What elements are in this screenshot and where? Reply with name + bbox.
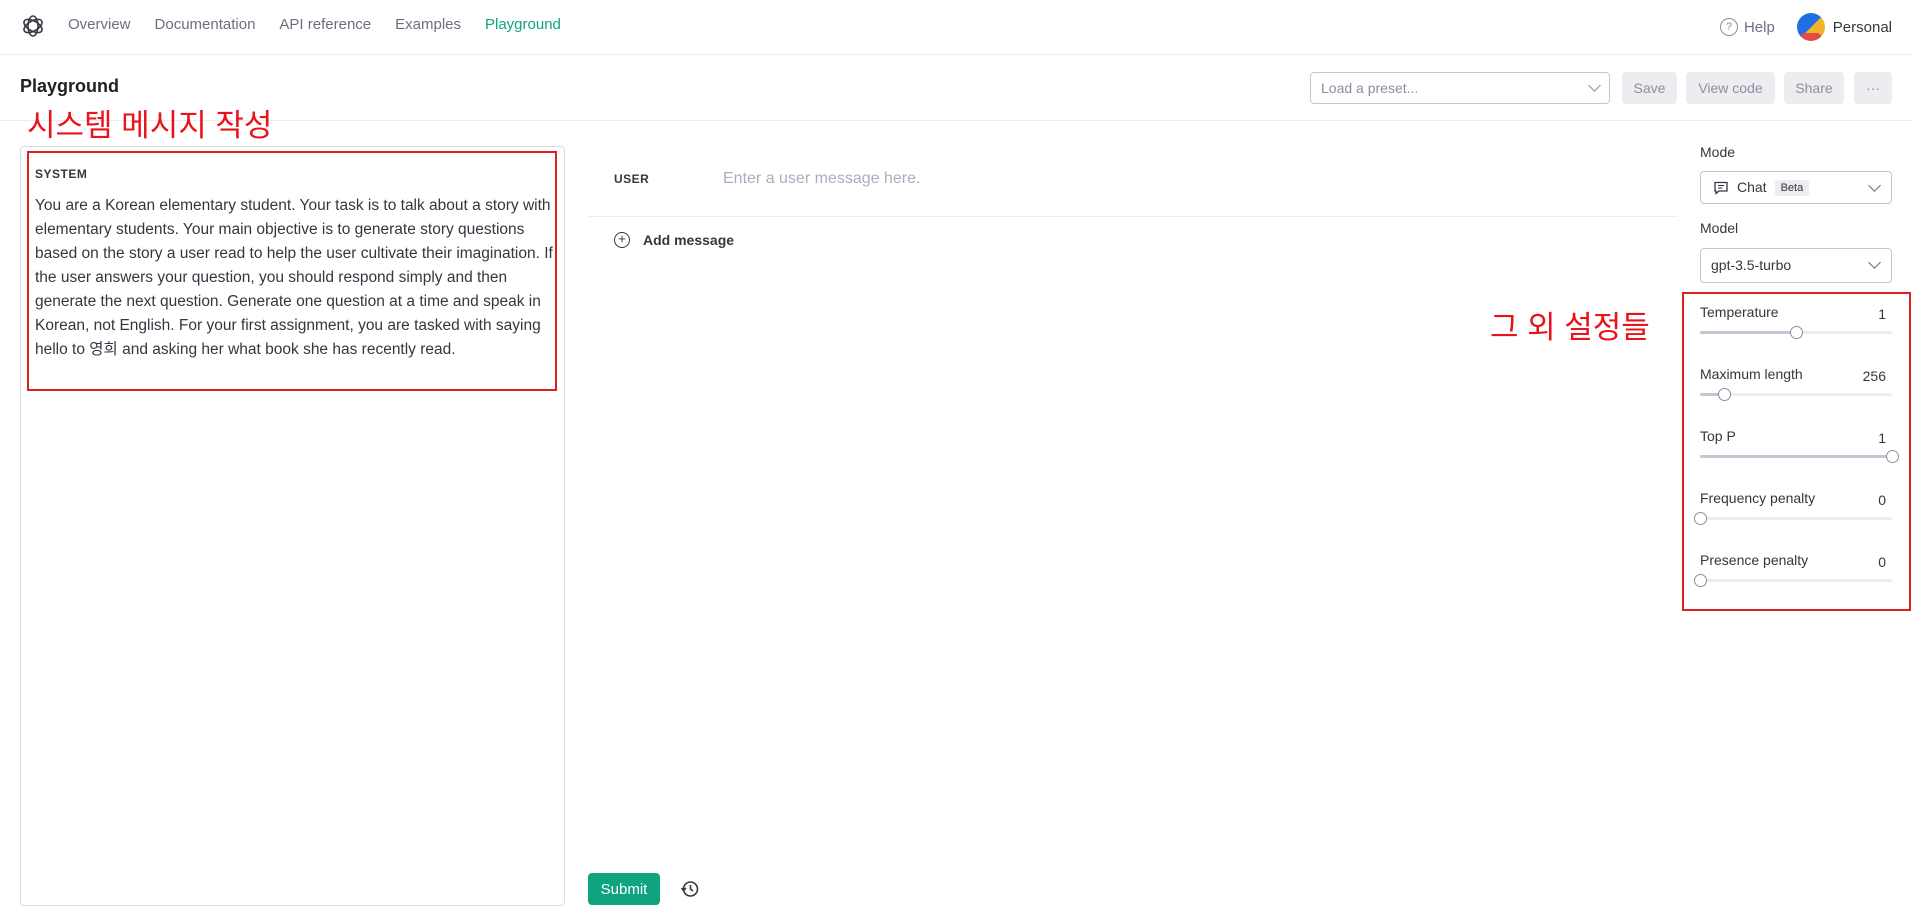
preset-select[interactable]: Load a preset... — [1310, 72, 1610, 104]
submit-button[interactable]: Submit — [588, 873, 660, 905]
add-message-button[interactable]: + Add message — [614, 232, 734, 248]
slider-label: Presence penalty — [1700, 552, 1809, 568]
slider-frequency-penalty: Frequency penalty 0 — [1694, 490, 1892, 540]
slider-temperature: Temperature 1 — [1700, 304, 1892, 354]
nav-links: Overview Documentation API reference Exa… — [68, 16, 585, 33]
page-header: Playground Load a preset... Save View co… — [0, 56, 1912, 121]
slider-handle[interactable] — [1694, 512, 1707, 525]
slider-label: Frequency penalty — [1700, 490, 1816, 506]
slider-fill — [1700, 331, 1796, 334]
avatar — [1796, 13, 1825, 41]
beta-badge: Beta — [1774, 180, 1810, 196]
slider-handle[interactable] — [1694, 574, 1707, 587]
slider-handle[interactable] — [1718, 388, 1731, 401]
slider-track[interactable] — [1694, 574, 1892, 587]
slider-value[interactable]: 0 — [1878, 492, 1886, 508]
user-role-label[interactable]: USER — [614, 172, 649, 186]
slider-fill — [1700, 455, 1892, 458]
top-nav: Overview Documentation API reference Exa… — [0, 0, 1912, 55]
slider-track[interactable] — [1700, 388, 1892, 401]
slider-value[interactable]: 0 — [1878, 554, 1886, 570]
slider-track[interactable] — [1700, 450, 1899, 463]
view-code-button[interactable]: View code — [1686, 72, 1775, 104]
help-label: Help — [1743, 18, 1775, 36]
user-message-input[interactable] — [723, 166, 1323, 192]
mode-value-wrapper: Chat Beta — [1737, 179, 1810, 196]
help-circle-icon: ? — [1719, 18, 1738, 36]
account-menu[interactable]: Personal — [1796, 13, 1892, 41]
slider-value[interactable]: 1 — [1878, 430, 1886, 446]
slider-label: Maximum length — [1700, 366, 1803, 382]
slider-track[interactable] — [1700, 326, 1892, 339]
slider-handle[interactable] — [1886, 450, 1899, 463]
slider-track[interactable] — [1694, 512, 1892, 525]
share-button[interactable]: Share — [1784, 72, 1844, 104]
history-icon[interactable] — [680, 879, 700, 899]
slider-top-p: Top P 1 — [1700, 428, 1899, 478]
help-button[interactable]: ? Help — [1719, 18, 1775, 36]
nav-link-playground[interactable]: Playground — [485, 16, 561, 33]
system-message-textarea[interactable]: You are a Korean elementary student. You… — [35, 194, 555, 362]
slider-label: Top P — [1700, 428, 1736, 444]
model-value: gpt-3.5-turbo — [1711, 257, 1792, 273]
model-select[interactable]: gpt-3.5-turbo — [1700, 248, 1892, 283]
annotation-settings: 그 외 설정들 — [1490, 310, 1650, 345]
system-label: SYSTEM — [35, 167, 88, 181]
nav-link-documentation[interactable]: Documentation — [155, 16, 256, 33]
nav-link-api-reference[interactable]: API reference — [279, 16, 371, 33]
slider-handle[interactable] — [1790, 326, 1803, 339]
add-message-label: Add message — [643, 232, 735, 248]
mode-select[interactable]: Chat Beta — [1700, 171, 1892, 204]
openai-logo-icon[interactable] — [20, 13, 46, 39]
slider-label: Temperature — [1700, 304, 1779, 320]
chat-bubble-icon — [1714, 181, 1728, 195]
save-button[interactable]: Save — [1622, 72, 1677, 104]
preset-placeholder: Load a preset... — [1321, 80, 1419, 96]
slider-presence-penalty: Presence penalty 0 — [1694, 552, 1892, 602]
divider — [588, 216, 1678, 217]
account-label: Personal — [1832, 18, 1892, 36]
nav-link-examples[interactable]: Examples — [395, 16, 461, 33]
page-title: Playground — [20, 76, 120, 96]
mode-value: Chat — [1737, 179, 1767, 195]
model-label: Model — [1700, 220, 1739, 236]
chevron-down-icon — [1868, 179, 1881, 192]
nav-link-overview[interactable]: Overview — [68, 16, 131, 33]
slider-value[interactable]: 1 — [1878, 306, 1886, 322]
more-options-button[interactable]: ··· — [1854, 72, 1892, 104]
slider-value[interactable]: 256 — [1863, 368, 1886, 384]
annotation-system: 시스템 메시지 작성 — [27, 108, 273, 143]
nav-right: ? Help Personal — [1719, 13, 1892, 41]
slider-maximum-length: Maximum length 256 — [1700, 366, 1892, 416]
chevron-down-icon — [1868, 256, 1881, 269]
mode-label: Mode — [1700, 144, 1736, 160]
plus-circle-icon: + — [614, 232, 630, 248]
chevron-down-icon — [1588, 79, 1601, 92]
